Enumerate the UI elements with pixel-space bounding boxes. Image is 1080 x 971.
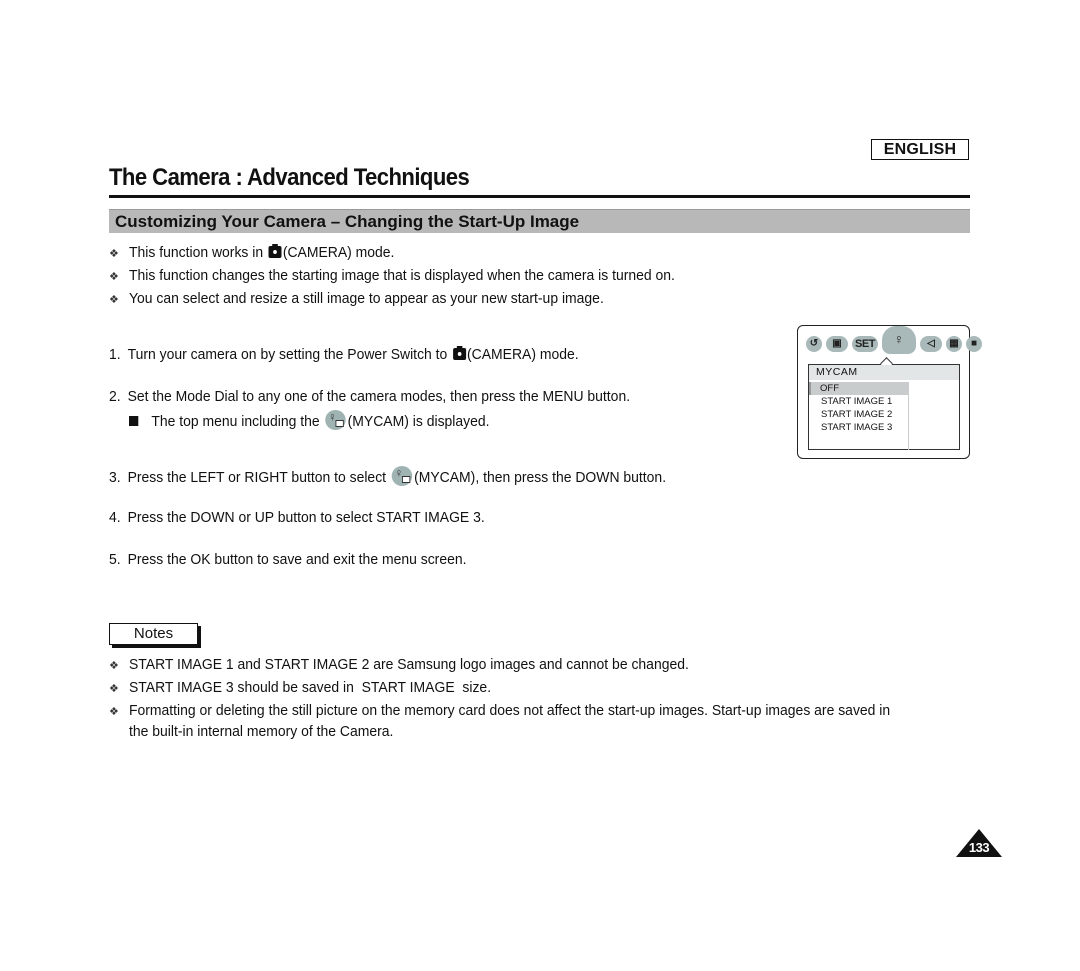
section-header: Customizing Your Camera – Changing the S… [109,209,970,233]
grid-icon: ▦ [946,336,962,352]
intro-bullet: ❖ You can select and resize a still imag… [109,288,716,311]
note-item: ❖ START IMAGE 3 should be saved in START… [109,677,969,700]
step-2: 2. Set the Mode Dial to any one of the ca… [109,388,669,405]
bullet-text: This function works in [129,244,268,261]
step-number: 5. [109,551,121,568]
set-icon: SET [852,336,878,352]
note-text: START IMAGE 1 and START IMAGE 2 are Sams… [129,656,689,673]
display-icon: ■ [966,336,982,352]
effect-icon: ▣ [826,336,848,352]
lcd-option-selected: OFF [809,382,908,395]
step-text: Press the OK button to save and exit the… [127,551,467,568]
title-divider [109,195,970,198]
note-text: Formatting or deleting the still picture… [129,702,891,740]
step-number: 2. [109,388,121,405]
square-bullet-icon [129,416,139,426]
camera-icon [268,244,282,258]
page-title: The Camera : Advanced Techniques [109,164,470,191]
bullet-text: (CAMERA) mode. [282,244,395,261]
notes-label: Notes [109,623,198,645]
lcd-option: START IMAGE 1 [821,396,893,407]
step-number: 1. [109,346,121,363]
step-5: 5. Press the OK button to save and exit t… [109,551,493,568]
lcd-mycam-menu: MYCAM OFF START IMAGE 1 START IMAGE 2 ST… [808,364,960,450]
intro-bullet: ❖ This function works in (CAMERA) mode. [109,242,716,265]
mycam-icon [391,466,413,486]
page-number: 133 [968,840,990,855]
bullet-icon: ❖ [109,706,119,718]
lcd-option: START IMAGE 3 [821,422,893,433]
step-4: 4. Press the DOWN or UP button to select … [109,509,513,526]
lcd-menu-icons: ↺ ▣ SET ♀ ◁ ▦ ■ [806,326,982,354]
step-text: (MYCAM), then press the DOWN button. [414,469,667,486]
intro-bullets: ❖ This function works in (CAMERA) mode. … [109,242,716,311]
bullet-icon: ❖ [109,271,119,283]
bullet-icon: ❖ [109,683,119,695]
step-number: 3. [109,469,121,486]
bullet-icon: ❖ [109,660,119,672]
section-title: Customizing Your Camera – Changing the S… [115,212,580,231]
lcd-option: START IMAGE 2 [821,409,893,420]
self-timer-icon: ↺ [806,336,822,352]
camera-lcd-illustration: ↺ ▣ SET ♀ ◁ ▦ ■ MYCAM OFF START IMAGE 1 … [797,325,982,459]
bullet-text: This function changes the starting image… [129,267,675,284]
step-text: Set the Mode Dial to any one of the came… [127,388,631,405]
notes-list: ❖ START IMAGE 1 and START IMAGE 2 are Sa… [109,654,969,742]
camera-icon [453,346,467,360]
mycam-icon [325,410,346,430]
lcd-menu-options: OFF START IMAGE 1 START IMAGE 2 START IM… [809,382,909,450]
step-text: (MYCAM) is displayed. [347,413,490,430]
lcd-menu-title: MYCAM [809,365,959,380]
note-item: ❖ Formatting or deleting the still pictu… [109,700,969,742]
mycam-icon: ♀ [882,326,916,354]
bullet-icon: ❖ [109,248,119,260]
note-item: ❖ START IMAGE 1 and START IMAGE 2 are Sa… [109,654,969,677]
intro-bullet: ❖ This function changes the starting ima… [109,265,716,288]
step-text: Turn your camera on by setting the Power… [127,346,452,363]
step-3: 3. Press the LEFT or RIGHT button to sele… [109,466,708,486]
step-1: 1. Turn your camera on by setting the Pow… [109,346,614,363]
step-text: Press the DOWN or UP button to select ST… [127,509,485,526]
note-text: START IMAGE 3 should be saved in START I… [129,679,492,696]
step-text: The top menu including the [151,413,324,430]
step-text: (CAMERA) mode. [466,346,579,363]
bullet-icon: ❖ [109,294,119,306]
step-number: 4. [109,509,121,526]
step-2-subpoint: The top menu including the (MYCAM) is di… [129,410,517,430]
language-badge: ENGLISH [871,139,969,160]
step-text: Press the LEFT or RIGHT button to select [127,469,390,486]
bullet-text: You can select and resize a still image … [129,290,604,307]
sound-icon: ◁ [920,336,942,352]
